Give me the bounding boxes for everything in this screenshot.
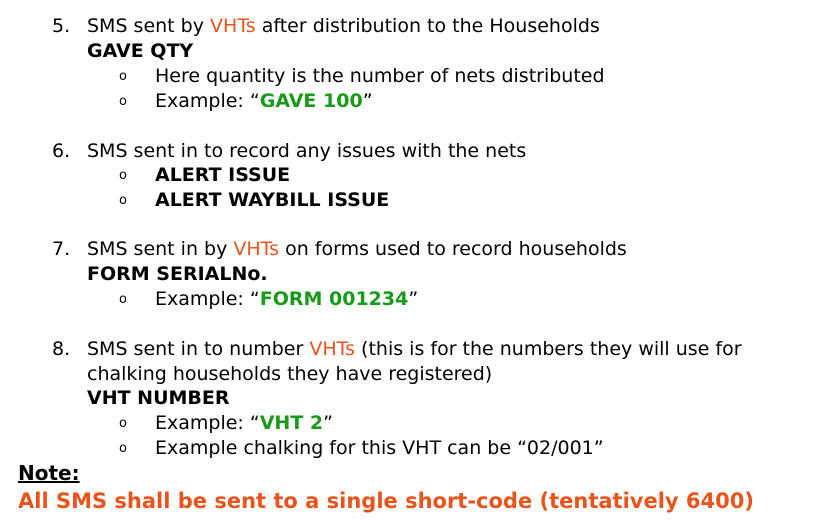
item-text: on forms used to record households [279,238,627,260]
example-suffix: ” [362,90,373,112]
vhts-highlight: VHTs [233,238,280,260]
item-heading: SMS sent in by VHTs on forms used to rec… [87,237,627,261]
item-heading: SMS sent in to number VHTs (this is for … [87,337,742,361]
vhts-highlight: VHTs [210,15,256,37]
item-heading: SMS sent in to record any issues with th… [87,140,527,162]
note-label: Note: [18,461,80,485]
item-number: 6. [52,140,71,162]
sms-command: FORM SERIALNo. [87,263,268,285]
bullet-icon: o [119,94,127,109]
item-number: 8. [52,338,71,360]
item-text: after distribution to the Households [255,15,600,37]
item-heading-continued: chalking households they have registered… [87,363,493,385]
bullet-text: Example chalking for this VHT can be “02… [155,437,604,459]
item-text: SMS sent in to number [87,338,310,360]
example-prefix: Example: “ [155,90,260,112]
sms-command: GAVE QTY [87,40,194,62]
example-prefix: Example: “ [155,412,260,434]
example-prefix: Example: “ [155,288,260,310]
bullet-example: Example: “VHT 2” [155,411,333,435]
footer-note: All SMS shall be sent to a single short-… [18,489,754,513]
bullet-icon: o [119,69,127,84]
example-suffix: ” [323,412,333,434]
bullet-command: ALERT WAYBILL ISSUE [155,189,390,211]
item-heading: SMS sent by VHTs after distribution to t… [87,14,600,38]
vhts-highlight: VHTs [309,338,355,360]
example-code: VHT 2 [259,412,324,434]
sms-command: VHT NUMBER [87,387,230,409]
bullet-command: ALERT ISSUE [155,164,291,186]
example-suffix: ” [408,288,419,310]
example-code: FORM 001234 [259,288,409,310]
bullet-text: Here quantity is the number of nets dist… [155,65,605,87]
bullet-icon: o [119,416,127,431]
item-number: 7. [52,238,71,260]
bullet-icon: o [119,193,127,208]
example-code: GAVE 100 [259,90,363,112]
bullet-icon: o [119,168,127,183]
bullet-example: Example: “GAVE 100” [155,89,373,113]
item-text: SMS sent by [87,15,211,37]
item-text: SMS sent in by [87,238,234,260]
item-text: (this is for the numbers they will use f… [355,338,742,360]
bullet-example: Example: “FORM 001234” [155,287,418,311]
bullet-icon: o [119,441,127,456]
item-number: 5. [52,15,71,37]
bullet-icon: o [119,292,127,307]
